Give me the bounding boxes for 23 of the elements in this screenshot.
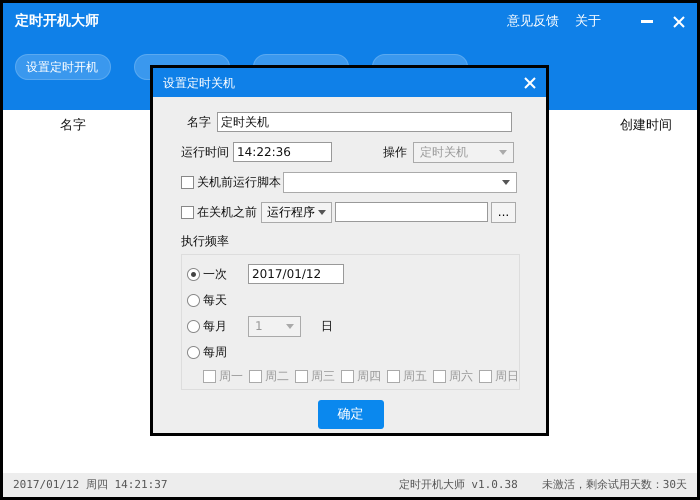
- weekday-label: 周二: [265, 368, 289, 385]
- radio-label: 每周: [203, 344, 228, 361]
- weekday-label: 周三: [311, 368, 335, 385]
- field-label: 名字: [187, 114, 212, 131]
- checkbox-label: 关机前运行脚本: [197, 174, 281, 191]
- field-label: 操作: [383, 144, 407, 161]
- section-label: 执行频率: [181, 233, 230, 250]
- field-label: 运行时间: [181, 144, 229, 161]
- app-title: 定时开机大师: [15, 12, 99, 31]
- weekday-label: 周五: [403, 368, 427, 385]
- radio-label: 每天: [203, 292, 228, 309]
- radio-label: 一次: [203, 266, 228, 283]
- day-suffix: 日: [321, 318, 333, 335]
- status-version: 定时开机大师 v1.0.38: [398, 476, 518, 493]
- status-datetime: 2017/01/12 周四 14:21:37: [13, 476, 168, 493]
- radio-label: 每月: [203, 318, 228, 335]
- weekday-label: 周日: [495, 368, 519, 385]
- weekday-label: 周四: [357, 368, 381, 385]
- checkbox-label: 在关机之前: [197, 204, 257, 221]
- dialog-title: 设置定时关机: [163, 74, 235, 92]
- weekday-label: 周一: [219, 368, 243, 385]
- status-trial: 未激活，剩余试用天数：30天: [542, 476, 687, 493]
- weekday-label: 周六: [449, 368, 473, 385]
